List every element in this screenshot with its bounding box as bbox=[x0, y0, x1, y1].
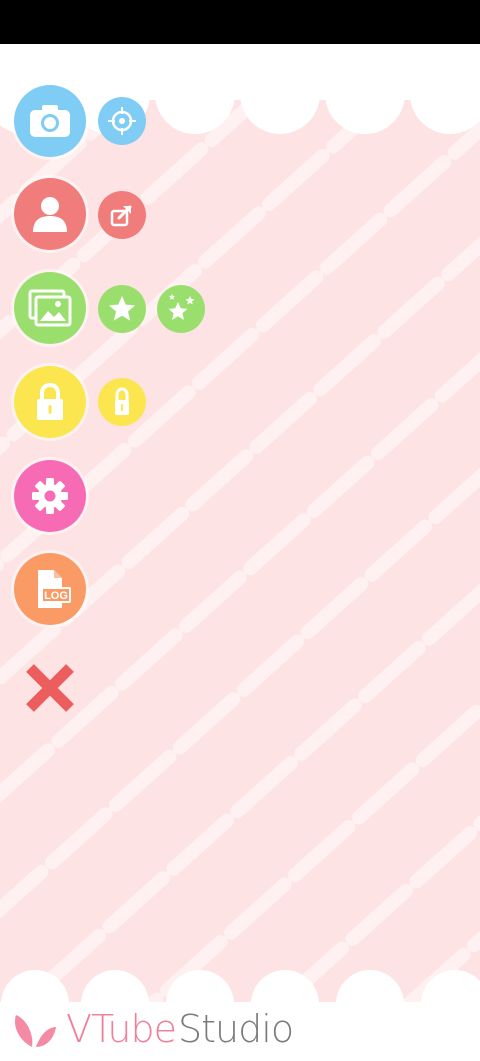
log-file-icon: LOG bbox=[38, 570, 71, 608]
image-icon bbox=[28, 289, 72, 327]
app-name-vtube: VTube bbox=[66, 1007, 177, 1051]
bunny-ears-icon bbox=[14, 1015, 56, 1047]
lock-icon bbox=[37, 382, 63, 420]
app-name-studio: Studio bbox=[178, 1007, 294, 1051]
profile-button[interactable] bbox=[14, 178, 86, 250]
star-icon bbox=[109, 296, 135, 321]
crosshair-button[interactable] bbox=[98, 97, 146, 145]
close-icon bbox=[26, 664, 74, 712]
settings-button[interactable] bbox=[14, 460, 86, 532]
small-lock-icon bbox=[115, 387, 129, 415]
export-button[interactable] bbox=[98, 191, 146, 239]
close-button[interactable] bbox=[22, 660, 78, 716]
app-logo: VTubeStudio bbox=[10, 1002, 294, 1056]
person-icon bbox=[33, 197, 67, 232]
app-name: VTubeStudio bbox=[66, 1007, 294, 1051]
log-button[interactable]: LOG bbox=[14, 553, 86, 625]
small-lock-button[interactable] bbox=[98, 378, 146, 426]
export-icon bbox=[110, 205, 132, 227]
crosshair-icon bbox=[108, 107, 136, 135]
stars-icon bbox=[168, 294, 195, 320]
log-badge-text: LOG bbox=[44, 590, 68, 602]
status-bar bbox=[0, 0, 480, 44]
lock-button[interactable] bbox=[14, 366, 86, 438]
gear-icon bbox=[32, 478, 68, 514]
background-button[interactable] bbox=[14, 272, 86, 344]
star-button[interactable] bbox=[98, 285, 146, 333]
stars-button[interactable] bbox=[157, 285, 205, 333]
camera-icon bbox=[30, 105, 70, 137]
camera-button[interactable] bbox=[14, 85, 86, 157]
